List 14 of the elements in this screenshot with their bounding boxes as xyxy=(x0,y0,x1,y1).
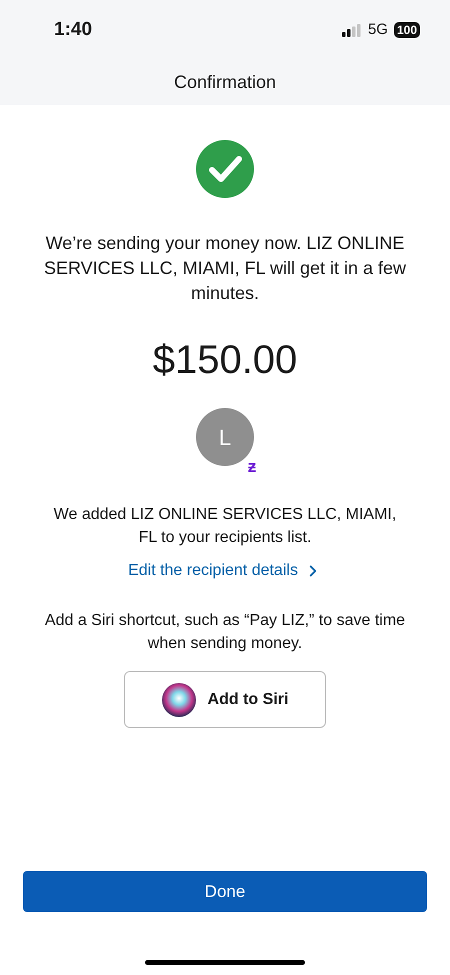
confirmation-message: We’re sending your money now. LIZ ONLINE SERVICES LLC, MIAMI, FL will get it in a few minutes. xyxy=(42,232,408,305)
network-label: 5G xyxy=(368,20,388,40)
status-time: 1:40 xyxy=(54,18,92,42)
add-to-siri-button[interactable]: Add to Siri xyxy=(124,671,326,728)
siri-note: Add a Siri shortcut, such as “Pay LIZ,” to save time when sending money. xyxy=(44,611,406,654)
siri-orb-icon xyxy=(162,682,196,716)
page-title: Confirmation xyxy=(174,71,276,94)
done-button[interactable]: Done xyxy=(23,871,427,912)
battery-level: 100 xyxy=(394,22,420,38)
success-check-icon xyxy=(196,140,254,198)
signal-icon xyxy=(342,24,362,36)
recipient-added-note: We added LIZ ONLINE SERVICES LLC, MIAMI, FL to your recipients list. xyxy=(52,505,398,548)
amount: $150.00 xyxy=(152,337,298,384)
edit-recipient-link[interactable]: Edit the recipient details xyxy=(128,559,322,583)
